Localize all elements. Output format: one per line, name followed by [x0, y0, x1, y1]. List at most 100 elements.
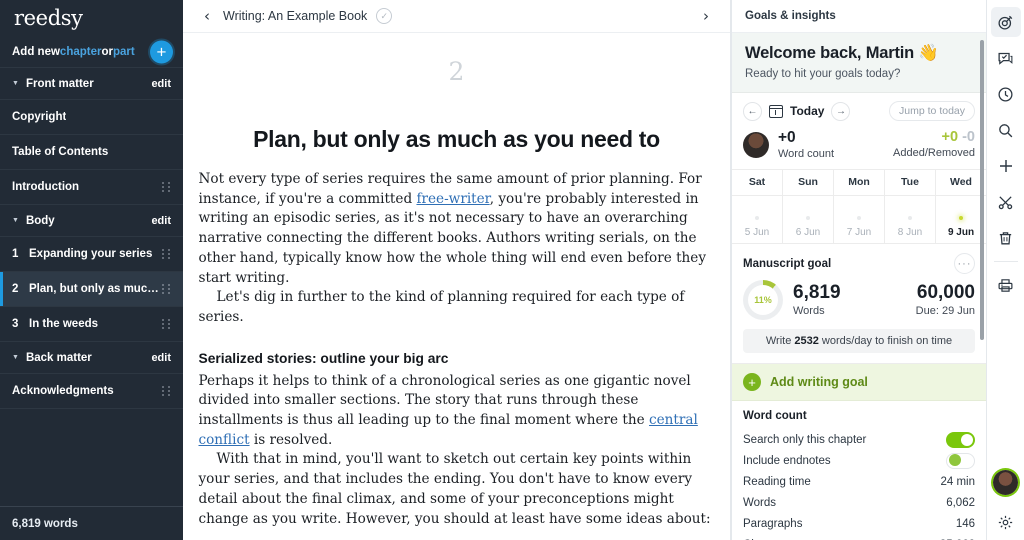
week-day-name: Sun: [798, 176, 818, 189]
sidebar-section-front-matter[interactable]: ▼ Front matter edit: [0, 68, 183, 100]
paragraph-3-part-a: Perhaps it helps to think of a chronolog…: [198, 372, 691, 429]
today-label: Today: [790, 104, 825, 118]
week-day-cell[interactable]: Mon 7 Jun: [834, 170, 885, 244]
sidebar-item-chapter-3[interactable]: 3 In the weeds: [0, 307, 183, 342]
sidebar-item-label: In the weeds: [29, 318, 99, 330]
sidebar-item-copyright[interactable]: Copyright: [0, 100, 183, 135]
activity-dot-icon: [755, 216, 759, 221]
week-day-date: 6 Jun: [795, 227, 821, 239]
drag-handle-icon[interactable]: [162, 181, 171, 193]
add-new-prefix: Add new: [12, 45, 60, 58]
include-endnotes-toggle[interactable]: [946, 452, 975, 469]
free-writer-link[interactable]: free-writer: [416, 191, 489, 207]
week-day-cell[interactable]: Sun 6 Jun: [783, 170, 834, 244]
week-day-date: 9 Jun: [947, 227, 975, 239]
goal-note-prefix: Write: [765, 335, 795, 348]
week-day-date: 8 Jun: [897, 227, 923, 239]
calendar-icon: [769, 104, 783, 118]
goal-target: 60,000 Due: 29 Jun: [916, 283, 975, 317]
edit-link[interactable]: edit: [151, 78, 171, 90]
stat-label: Words: [743, 496, 777, 509]
toggle-label: Search only this chapter: [743, 433, 867, 446]
chevron-left-icon[interactable]: ‹: [197, 7, 217, 25]
sidebar-item-acknowledgments[interactable]: Acknowledgments: [0, 374, 183, 409]
arrow-left-icon[interactable]: ←: [743, 101, 762, 121]
week-day-cell[interactable]: Sat 5 Jun: [732, 170, 783, 244]
stat-row-characters: Characters 35,662: [743, 534, 975, 540]
document-content: 2 Plan, but only as much as you need to …: [199, 57, 715, 540]
caret-down-icon: ▼: [12, 217, 19, 224]
add-new-part-link[interactable]: part: [113, 46, 135, 58]
sidebar-section-label: Front matter: [25, 77, 94, 90]
clock-history-icon[interactable]: [991, 79, 1021, 109]
trash-icon[interactable]: [991, 223, 1021, 253]
chapter-number: 3: [12, 318, 19, 330]
stat-label: Reading time: [743, 475, 811, 488]
manuscript-goal-card: Manuscript goal ··· 11% 6,819 Words 60,0…: [732, 244, 986, 365]
arrow-right-icon[interactable]: →: [831, 101, 851, 121]
chevron-right-icon[interactable]: ›: [696, 7, 716, 25]
drag-handle-icon[interactable]: [162, 318, 171, 330]
scissors-icon[interactable]: [991, 187, 1021, 217]
drag-handle-icon[interactable]: [162, 283, 171, 295]
week-day-name: Wed: [950, 176, 972, 189]
caret-down-icon: ▼: [12, 354, 19, 361]
printer-icon[interactable]: [991, 270, 1021, 300]
ellipsis-icon[interactable]: ···: [954, 253, 975, 275]
caret-down-icon: ▼: [12, 80, 19, 87]
week-day-box: 5 Jun: [732, 195, 782, 243]
week-day-box: 6 Jun: [783, 195, 833, 243]
plus-circle-icon: +: [743, 373, 761, 392]
activity-dot-icon: [857, 216, 861, 221]
sidebar-section-body[interactable]: ▼ Body edit: [0, 205, 183, 237]
sidebar-item-label: Expanding your series: [29, 248, 153, 260]
added-value: +0: [941, 128, 959, 145]
sidebar-item-label: Acknowledgments: [12, 385, 114, 397]
document-body[interactable]: 2 Plan, but only as much as you need to …: [183, 33, 730, 540]
search-icon[interactable]: [991, 115, 1021, 145]
manuscript-goal-body: 11% 6,819 Words 60,000 Due: 29 Jun: [732, 278, 986, 329]
search-only-chapter-toggle[interactable]: [946, 431, 975, 448]
goal-note-number: 2532: [794, 335, 819, 348]
progress-percent: 11%: [754, 295, 772, 306]
plus-icon[interactable]: +: [150, 40, 173, 63]
chapter-number: 1: [12, 248, 19, 260]
welcome-card: Welcome back, Martin 👋 Ready to hit your…: [732, 33, 986, 93]
stat-row-paragraphs: Paragraphs 146: [743, 513, 975, 534]
sidebar-section-back-matter[interactable]: ▼ Back matter edit: [0, 342, 183, 374]
today-stats-row: +0 Word count +0 -0 Added/Removed: [732, 127, 986, 169]
week-day-name: Mon: [848, 176, 870, 189]
week-day-box: 8 Jun: [885, 195, 935, 243]
add-writing-goal-button[interactable]: + Add writing goal: [732, 364, 986, 402]
brand-logo[interactable]: reedsy: [0, 0, 183, 36]
drag-handle-icon[interactable]: [162, 385, 171, 397]
comment-check-icon[interactable]: [991, 43, 1021, 73]
word-count-section: Word count Search only this chapter Incl…: [732, 401, 986, 540]
sidebar-item-introduction[interactable]: Introduction: [0, 170, 183, 205]
edit-link[interactable]: edit: [151, 352, 171, 364]
sidebar-item-chapter-1[interactable]: 1 Expanding your series: [0, 237, 183, 272]
drag-handle-icon[interactable]: [162, 248, 171, 260]
sidebar-item-table-of-contents[interactable]: Table of Contents: [0, 135, 183, 170]
week-day-name: Tue: [901, 176, 919, 189]
stat-value: 146: [955, 517, 975, 530]
app-root: reedsy Add new chapter or part + ▼ Front…: [0, 0, 1024, 540]
added-removed-stat: +0 -0 Added/Removed: [893, 128, 975, 160]
plus-icon[interactable]: [991, 151, 1021, 181]
avatar[interactable]: [993, 470, 1018, 495]
week-day-cell-today[interactable]: Wed 9 Jun: [936, 170, 986, 243]
target-goals-icon[interactable]: [990, 7, 1021, 37]
week-day-cell[interactable]: Tue 8 Jun: [885, 170, 936, 244]
goal-current-value: 6,819: [793, 282, 841, 304]
progress-ring: 11%: [743, 280, 783, 321]
add-writing-goal-label: Add writing goal: [770, 375, 868, 390]
goal-pace-note: Write 2532 words/day to finish on time: [743, 329, 975, 354]
edit-link[interactable]: edit: [151, 215, 171, 227]
jump-to-today-button[interactable]: Jump to today: [889, 101, 975, 121]
gear-icon[interactable]: [991, 507, 1021, 537]
sidebar-item-chapter-2[interactable]: 2 Plan, but only as much ...: [0, 272, 183, 307]
panel-scrollbar[interactable]: [980, 40, 984, 340]
week-day-date: 7 Jun: [846, 227, 872, 239]
add-new-chapter-link[interactable]: chapter: [60, 46, 102, 58]
add-new-row: Add new chapter or part +: [0, 36, 183, 68]
